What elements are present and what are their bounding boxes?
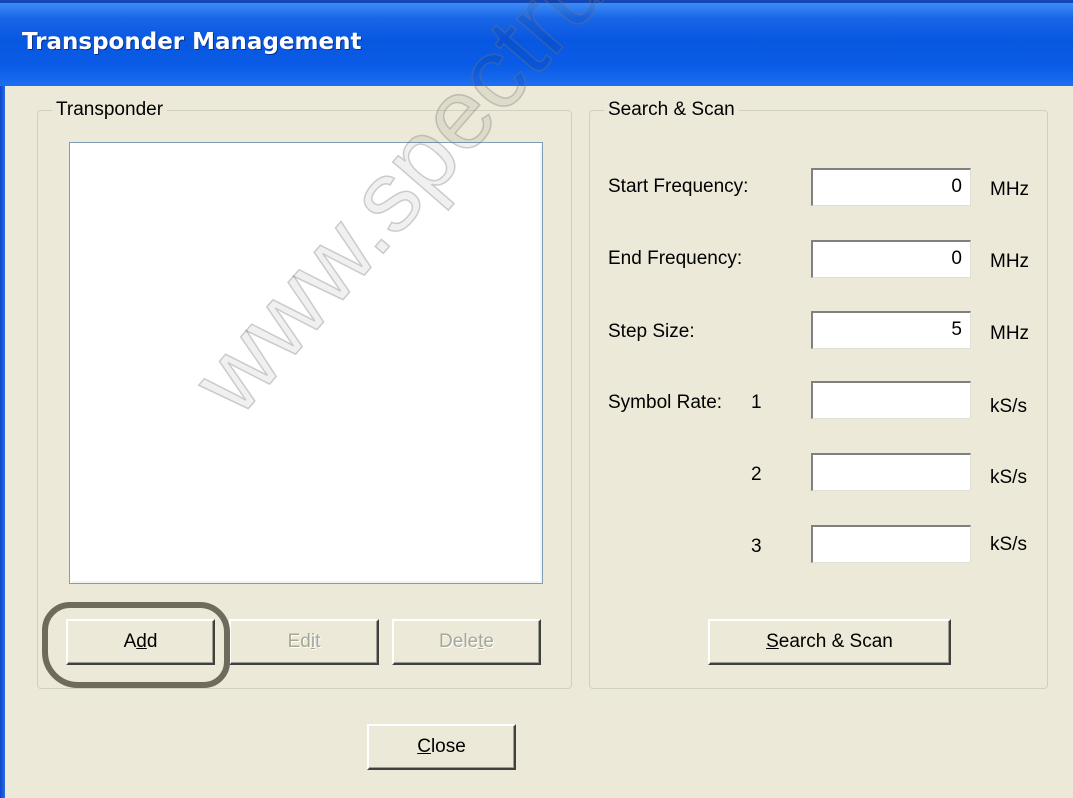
symbol-rate-3-field[interactable]	[811, 525, 971, 563]
close-button-mnemonic: C	[417, 736, 431, 757]
title-bar[interactable]: Transponder Management	[0, 0, 1073, 86]
window-title: Transponder Management	[22, 29, 362, 55]
symbol-rate-3-index: 3	[751, 536, 762, 557]
end-frequency-field[interactable]: 0	[811, 240, 971, 278]
symbol-rate-1-field[interactable]	[811, 381, 971, 419]
symbol-rate-1-unit: kS/s	[990, 396, 1027, 417]
edit-button[interactable]: Ed i t	[229, 619, 379, 665]
start-frequency-label: Start Frequency:	[608, 176, 749, 197]
symbol-rate-2-unit: kS/s	[990, 467, 1027, 488]
close-button-label-post: lose	[430, 736, 466, 757]
symbol-rate-3-unit: kS/s	[990, 534, 1027, 555]
add-button-label-pre: A	[123, 631, 137, 652]
search-scan-group-legend: Search & Scan	[604, 98, 739, 122]
symbol-rate-label: Symbol Rate:	[608, 392, 723, 413]
add-button-mnemonic: d	[136, 631, 147, 652]
symbol-rate-2-index: 2	[751, 464, 762, 485]
step-size-unit: MHz	[990, 323, 1030, 344]
start-frequency-field[interactable]: 0	[811, 168, 971, 206]
edit-button-label-pre: Ed	[287, 631, 311, 652]
add-button-label-post: d	[146, 631, 158, 652]
transponder-list[interactable]	[69, 142, 543, 584]
symbol-rate-2-field[interactable]	[811, 453, 971, 491]
search-scan-button[interactable]: Search & Scan	[708, 619, 951, 665]
step-size-field[interactable]: 5	[811, 311, 971, 349]
delete-button-label-pre: Dele	[439, 631, 479, 652]
delete-button[interactable]: Dele t e	[392, 619, 541, 665]
end-frequency-label: End Frequency:	[608, 248, 743, 269]
step-size-label: Step Size:	[608, 321, 695, 342]
transponder-group-legend: Transponder	[52, 98, 168, 122]
symbol-rate-1-index: 1	[751, 392, 762, 413]
close-button[interactable]: Close	[367, 724, 516, 770]
search-scan-button-label-post: earch & Scan	[778, 631, 893, 652]
start-frequency-unit: MHz	[990, 179, 1030, 200]
edit-button-label-post: t	[315, 631, 321, 652]
delete-button-label-post: e	[483, 631, 494, 652]
search-scan-button-mnemonic: S	[766, 631, 779, 652]
add-button[interactable]: Add	[66, 619, 215, 665]
end-frequency-unit: MHz	[990, 251, 1030, 272]
